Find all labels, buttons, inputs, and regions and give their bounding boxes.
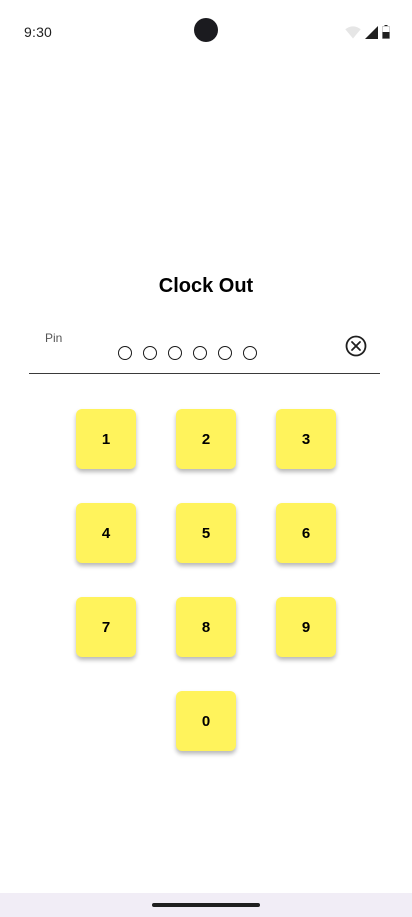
pin-dot	[243, 346, 257, 360]
key-8[interactable]: 8	[176, 597, 236, 657]
key-4[interactable]: 4	[76, 503, 136, 563]
pin-dots	[118, 346, 257, 360]
pin-dot	[143, 346, 157, 360]
pin-input[interactable]: Pin	[29, 325, 380, 374]
key-5[interactable]: 5	[176, 503, 236, 563]
status-icons	[345, 24, 390, 40]
pin-label: Pin	[45, 331, 63, 345]
key-3[interactable]: 3	[276, 409, 336, 469]
front-camera-cutout	[194, 18, 218, 42]
clock-out-screen: 9:30 Clock Out Pin 1 2 3 4 5 6 7 8 9 0	[0, 0, 412, 917]
key-0[interactable]: 0	[176, 691, 236, 751]
pin-dot	[168, 346, 182, 360]
key-1[interactable]: 1	[76, 409, 136, 469]
key-2[interactable]: 2	[176, 409, 236, 469]
home-gesture-handle[interactable]	[152, 903, 260, 907]
key-9[interactable]: 9	[276, 597, 336, 657]
clear-pin-button[interactable]	[345, 335, 367, 357]
pin-dot	[118, 346, 132, 360]
battery-icon	[382, 25, 390, 39]
gesture-nav-bar	[0, 893, 412, 917]
pin-dot	[193, 346, 207, 360]
clear-circle-x-icon	[345, 335, 367, 357]
key-6[interactable]: 6	[276, 503, 336, 563]
status-time: 9:30	[24, 24, 53, 40]
key-7[interactable]: 7	[76, 597, 136, 657]
wifi-icon	[345, 25, 361, 39]
cell-signal-icon	[365, 25, 378, 39]
pin-dot	[218, 346, 232, 360]
page-title: Clock Out	[158, 275, 254, 297]
